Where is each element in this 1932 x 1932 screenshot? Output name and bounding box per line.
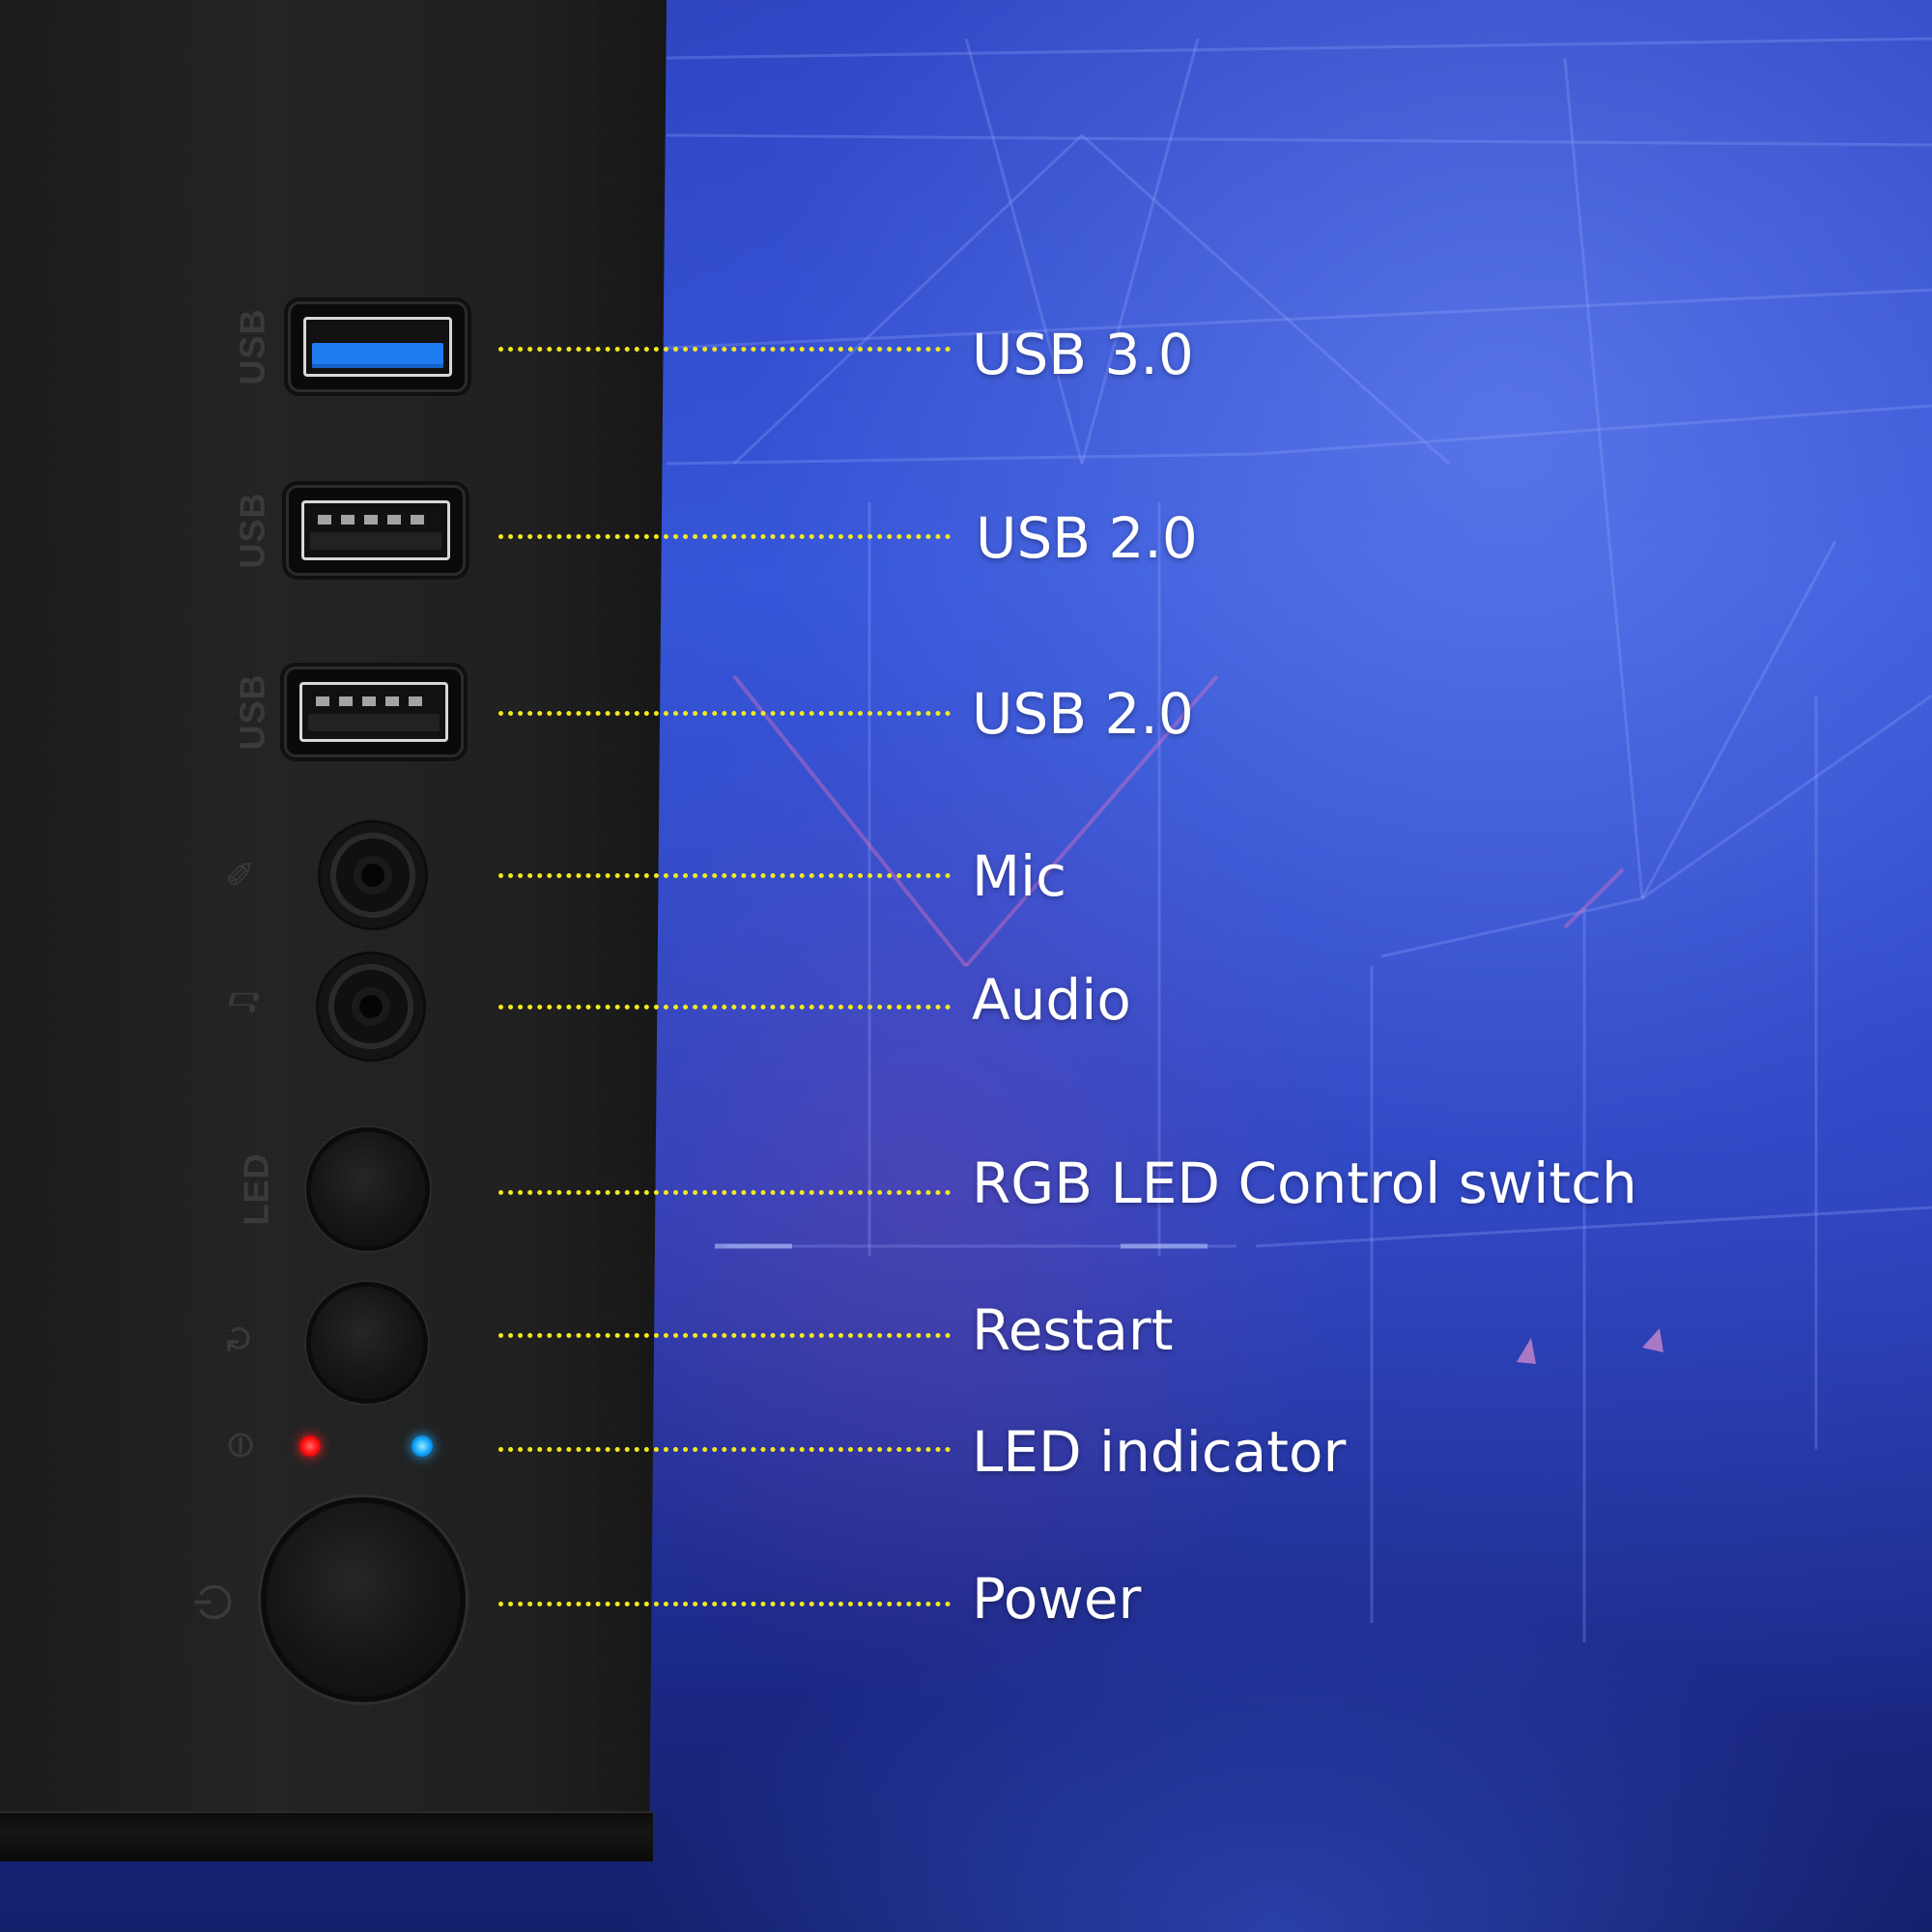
- usb2-top-panel-label: USB: [232, 492, 272, 569]
- mic-icon: ✎: [219, 858, 263, 889]
- usb2-top-leader-line: [498, 534, 951, 539]
- mic-leader-line: [498, 873, 951, 878]
- usb3-port[interactable]: [288, 301, 468, 392]
- headphone-icon: ♫: [221, 985, 265, 1020]
- led-indicator-callout-label: LED indicator: [972, 1419, 1347, 1485]
- usb2-port-bottom[interactable]: [284, 667, 464, 757]
- usb2-bottom-callout-label: USB 2.0: [972, 681, 1194, 747]
- floor-glow: [618, 1584, 1932, 1932]
- usb3-panel-label: USB: [232, 308, 272, 385]
- mic-callout-label: Mic: [972, 843, 1067, 909]
- restart-icon: ↻: [217, 1323, 261, 1354]
- usb2-top-callout-label: USB 2.0: [976, 505, 1198, 571]
- audio-callout-label: Audio: [972, 967, 1131, 1033]
- rgb-switch-callout-label: RGB LED Control switch: [972, 1151, 1637, 1216]
- usb2-bottom-panel-label: USB: [232, 673, 272, 751]
- usb3-leader-line: [498, 347, 951, 352]
- product-image: USB USB USB ✎ ♫ LED ↻ ⊖ ⏻ USB 3.0 USB 2.…: [0, 0, 1932, 1932]
- usb3-callout-label: USB 3.0: [972, 322, 1194, 387]
- audio-jack[interactable]: [319, 954, 423, 1059]
- usb3-blue-tongue: [312, 343, 443, 368]
- restart-callout-label: Restart: [972, 1297, 1174, 1363]
- power-leader-line: [498, 1602, 951, 1606]
- restart-button[interactable]: [311, 1287, 423, 1399]
- led-panel-label: LED: [236, 1152, 276, 1226]
- rgb-led-control-button[interactable]: [311, 1132, 425, 1246]
- led-indicator-leader-line: [498, 1447, 951, 1452]
- power-callout-label: Power: [972, 1566, 1142, 1632]
- audio-leader-line: [498, 1005, 951, 1009]
- case-base-edge: [0, 1811, 653, 1861]
- led-indicator-blue: [412, 1435, 433, 1457]
- restart-leader-line: [498, 1333, 951, 1338]
- power-icon: ⏻: [187, 1583, 242, 1621]
- usb2-bottom-leader-line: [498, 711, 951, 716]
- led-indicator-red: [299, 1435, 321, 1457]
- hdd-activity-icon: ⊖: [217, 1430, 261, 1461]
- mic-jack[interactable]: [321, 823, 425, 927]
- power-button[interactable]: [267, 1503, 460, 1696]
- rgb-switch-leader-line: [498, 1190, 951, 1195]
- usb2-port-top[interactable]: [286, 485, 466, 576]
